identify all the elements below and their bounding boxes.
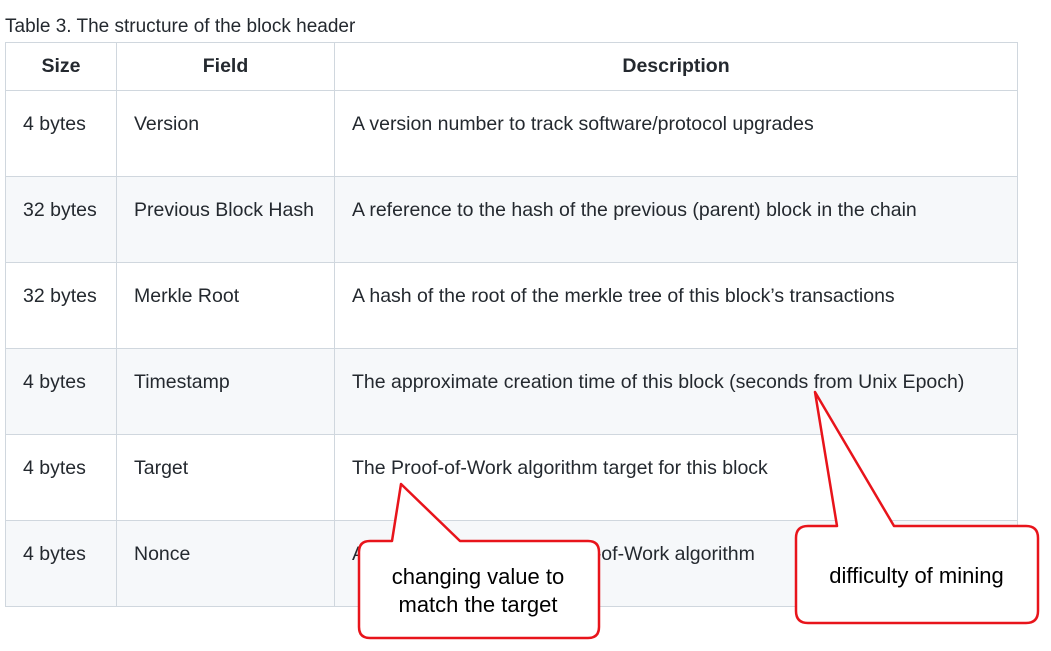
target-callout-text: difficulty of mining [829,563,1004,588]
nonce-callout-line-1: changing value to [391,564,565,589]
nonce-callout-line-2: match the target [398,592,558,617]
nonce-callout-text: changing value to match the target [358,563,598,619]
callouts-layer [357,390,1040,640]
